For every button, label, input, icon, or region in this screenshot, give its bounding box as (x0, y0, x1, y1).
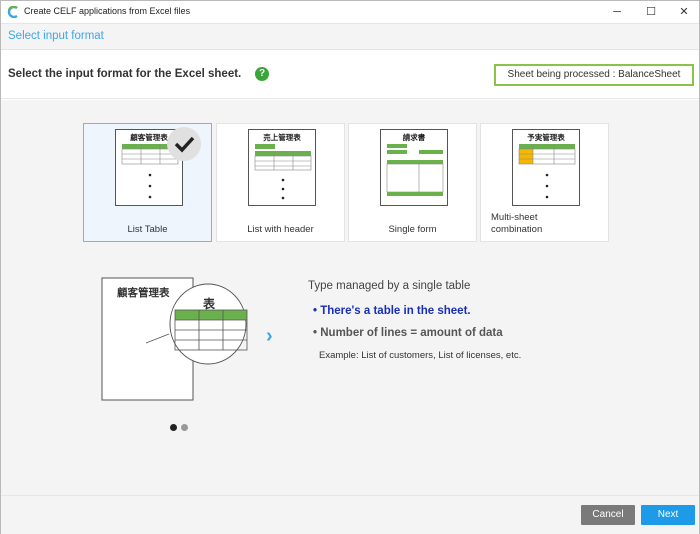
format-label-line1: Multi-sheet (491, 212, 538, 223)
description-bullet-2: • Number of lines = amount of data (313, 327, 503, 339)
list-with-header-thumbnail: 売上管理表 (248, 129, 316, 206)
close-button[interactable]: ✕ (672, 3, 696, 21)
format-card-single-form[interactable]: 請求書 Single form (348, 123, 477, 242)
title-bar: Create CELF applications from Excel file… (1, 1, 699, 24)
pager-dot-2[interactable] (181, 424, 188, 431)
format-card-list-with-header[interactable]: 売上管理表 List with header (216, 123, 345, 242)
step-header: Select input format (1, 24, 699, 50)
instruction-bar: Select the input format for the Excel sh… (1, 51, 699, 99)
cancel-button[interactable]: Cancel (581, 505, 635, 525)
minimize-button[interactable]: ─ (605, 3, 629, 21)
app-window: Create CELF applications from Excel file… (0, 0, 700, 534)
pager-dot-1[interactable] (170, 424, 177, 431)
multi-sheet-diagram (518, 144, 576, 199)
format-label: Single form (388, 224, 437, 235)
format-label-line2: combination (491, 224, 543, 235)
step-title: Select input format (8, 30, 104, 42)
next-slide-arrow-icon[interactable]: › (266, 325, 273, 348)
single-form-diagram (386, 144, 444, 196)
description-bullet-1: • There's a table in the sheet. (313, 305, 471, 317)
format-label: List with header (247, 224, 314, 235)
maximize-button[interactable]: ☐ (639, 3, 663, 21)
format-label: Multi-sheet combination (491, 212, 608, 236)
single-form-thumbnail: 請求書 (380, 129, 448, 206)
format-label: List Table (127, 224, 168, 235)
description-example: Example: List of customers, List of lice… (319, 350, 522, 361)
help-icon[interactable]: ? (255, 67, 269, 81)
window-title: Create CELF applications from Excel file… (24, 6, 191, 16)
sheet-being-processed-badge: Sheet being processed : BalanceSheet (494, 64, 694, 86)
bullet-2-text: Number of lines = amount of data (320, 327, 503, 339)
format-card-list-table[interactable]: 顧客管理表 List Table (83, 123, 212, 242)
description-title: Type managed by a single table (308, 280, 471, 292)
footer: Cancel Next (1, 495, 699, 534)
multi-sheet-thumbnail: 予実管理表 (512, 129, 580, 206)
illustration-zoom-title: 表 (203, 297, 216, 311)
format-card-multi-sheet[interactable]: 予実管理表 Multi-sheet combination (480, 123, 609, 242)
list-with-header-diagram (254, 144, 312, 200)
next-button[interactable]: Next (641, 505, 695, 525)
celf-app-icon (7, 6, 18, 18)
instruction-text: Select the input format for the Excel sh… (8, 68, 242, 80)
bullet-1-text: There's a table in the sheet. (320, 305, 471, 317)
selected-check-icon (167, 127, 201, 161)
illustration-doc-title: 顧客管理表 (117, 287, 170, 299)
main-area: 顧客管理表 List Table 売上管理表 List with header … (1, 100, 699, 495)
